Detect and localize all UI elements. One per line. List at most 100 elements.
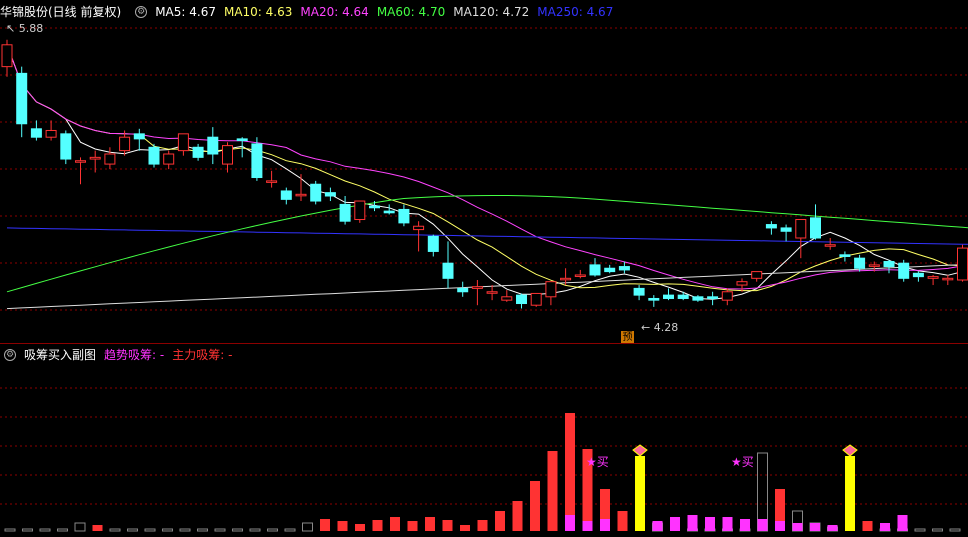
candle-body xyxy=(633,287,645,296)
panel-divider xyxy=(0,343,968,344)
indicator-bar xyxy=(617,511,628,531)
indicator-bar xyxy=(232,528,243,532)
candle-body xyxy=(604,267,616,273)
indicator-bar xyxy=(284,528,296,532)
indicator-bar xyxy=(57,528,68,532)
indicator-bar xyxy=(425,517,435,531)
candle-body xyxy=(324,192,336,197)
stock-title: 华锦股份(日线 前复权) xyxy=(0,5,122,19)
candle-body xyxy=(236,138,248,142)
candle-body xyxy=(824,244,836,247)
indicator-bar xyxy=(109,528,121,532)
accumulation-bar xyxy=(740,519,750,531)
indicator-bar xyxy=(932,528,943,532)
candle-body xyxy=(589,264,601,276)
accumulation-bar xyxy=(810,523,820,531)
indicator-bar xyxy=(845,456,855,531)
candle-body xyxy=(765,224,777,229)
arrow-icon: ↖ xyxy=(6,22,16,35)
indicator-bar xyxy=(4,528,16,532)
accumulation-bar xyxy=(600,519,610,531)
candle-body xyxy=(471,286,483,289)
accumulation-bar xyxy=(722,517,733,531)
ma10-line xyxy=(6,44,968,292)
indicator-bar xyxy=(302,522,313,532)
candle-body xyxy=(310,183,322,202)
main-header: 华锦股份(日线 前复权) ⚙ MA5: 4.67 MA10: 4.63 MA20… xyxy=(0,3,621,21)
ma250-line xyxy=(6,227,968,245)
accumulation-bar xyxy=(652,521,663,531)
high-price-marker: ↖ 5.88 xyxy=(6,22,44,35)
sub-header: ⚙ 吸筹买入副图 趋势吸筹: - 主力吸筹: - xyxy=(0,346,240,364)
ma60-line xyxy=(6,195,968,293)
candle-body xyxy=(1,44,13,68)
ma10-label: MA10: 4.63 xyxy=(223,5,293,19)
indicator-title: 吸筹买入副图 xyxy=(24,348,97,362)
indicator-bar xyxy=(914,528,926,532)
candle-body xyxy=(780,227,792,232)
ma20-line xyxy=(6,44,968,290)
candle-body xyxy=(898,262,910,279)
indicator-bar xyxy=(949,528,961,532)
candle-body xyxy=(927,276,939,279)
candle-body xyxy=(207,136,219,155)
candle-body xyxy=(222,145,233,165)
candle-body xyxy=(868,264,880,267)
indicator-bar xyxy=(407,521,418,531)
candle-body xyxy=(721,291,733,301)
candle-body xyxy=(163,153,175,165)
ma120-label: MA120: 4.72 xyxy=(453,5,530,19)
candle-body xyxy=(339,203,351,222)
candle-body xyxy=(516,294,527,305)
candle-body xyxy=(530,292,542,306)
settings-icon[interactable]: ⚙ xyxy=(135,6,148,18)
buy-diamond-icon xyxy=(632,444,648,457)
star-icon: ★ xyxy=(586,455,597,469)
indicator-bar xyxy=(565,413,575,531)
candle-body xyxy=(45,129,57,138)
candle-body xyxy=(501,296,513,301)
indicator-bar xyxy=(162,528,173,532)
candle-body xyxy=(60,133,72,160)
indicator-bar xyxy=(337,521,348,531)
candle-body xyxy=(369,205,380,209)
candle-body xyxy=(148,146,160,165)
sub-settings-icon[interactable]: ⚙ xyxy=(4,349,16,361)
candle-body xyxy=(16,72,28,125)
candle-body xyxy=(133,133,145,140)
ma60-label: MA60: 4.70 xyxy=(376,5,446,19)
accumulation-bar xyxy=(670,517,680,531)
accumulation-bar xyxy=(880,523,890,531)
main-label: 主力吸筹: - xyxy=(172,348,233,362)
candle-body xyxy=(957,247,968,281)
indicator-bar xyxy=(390,517,400,531)
buy-signal-2: ★买 xyxy=(731,455,754,469)
star-icon: ★ xyxy=(731,455,742,469)
indicator-bar xyxy=(547,451,558,531)
indicator-bar xyxy=(355,524,365,531)
ma250-label: MA250: 4.67 xyxy=(537,5,614,19)
candle-body xyxy=(736,281,748,286)
indicator-bar xyxy=(197,528,208,532)
candle-body xyxy=(692,296,704,301)
candle-body xyxy=(663,294,674,299)
ma120-line xyxy=(6,263,968,310)
candle-body xyxy=(883,261,895,268)
trend-label: 趋势吸筹: - xyxy=(104,348,165,362)
ma20-label: MA20: 4.64 xyxy=(300,5,369,19)
accumulation-bar xyxy=(897,515,908,531)
candle-body xyxy=(751,271,763,279)
accumulation-bar xyxy=(827,525,838,531)
indicator-bar xyxy=(214,528,226,532)
indicator-bar xyxy=(74,522,86,532)
accumulation-bar xyxy=(565,515,575,531)
indicator-bar xyxy=(22,528,33,532)
candle-body xyxy=(398,208,410,224)
candle-body xyxy=(677,294,689,299)
candle-body xyxy=(251,143,263,179)
candle-body xyxy=(89,156,101,160)
candle-body xyxy=(839,254,851,257)
accumulation-bar xyxy=(775,521,785,531)
candle-body xyxy=(545,281,557,298)
candle-body xyxy=(413,225,425,231)
